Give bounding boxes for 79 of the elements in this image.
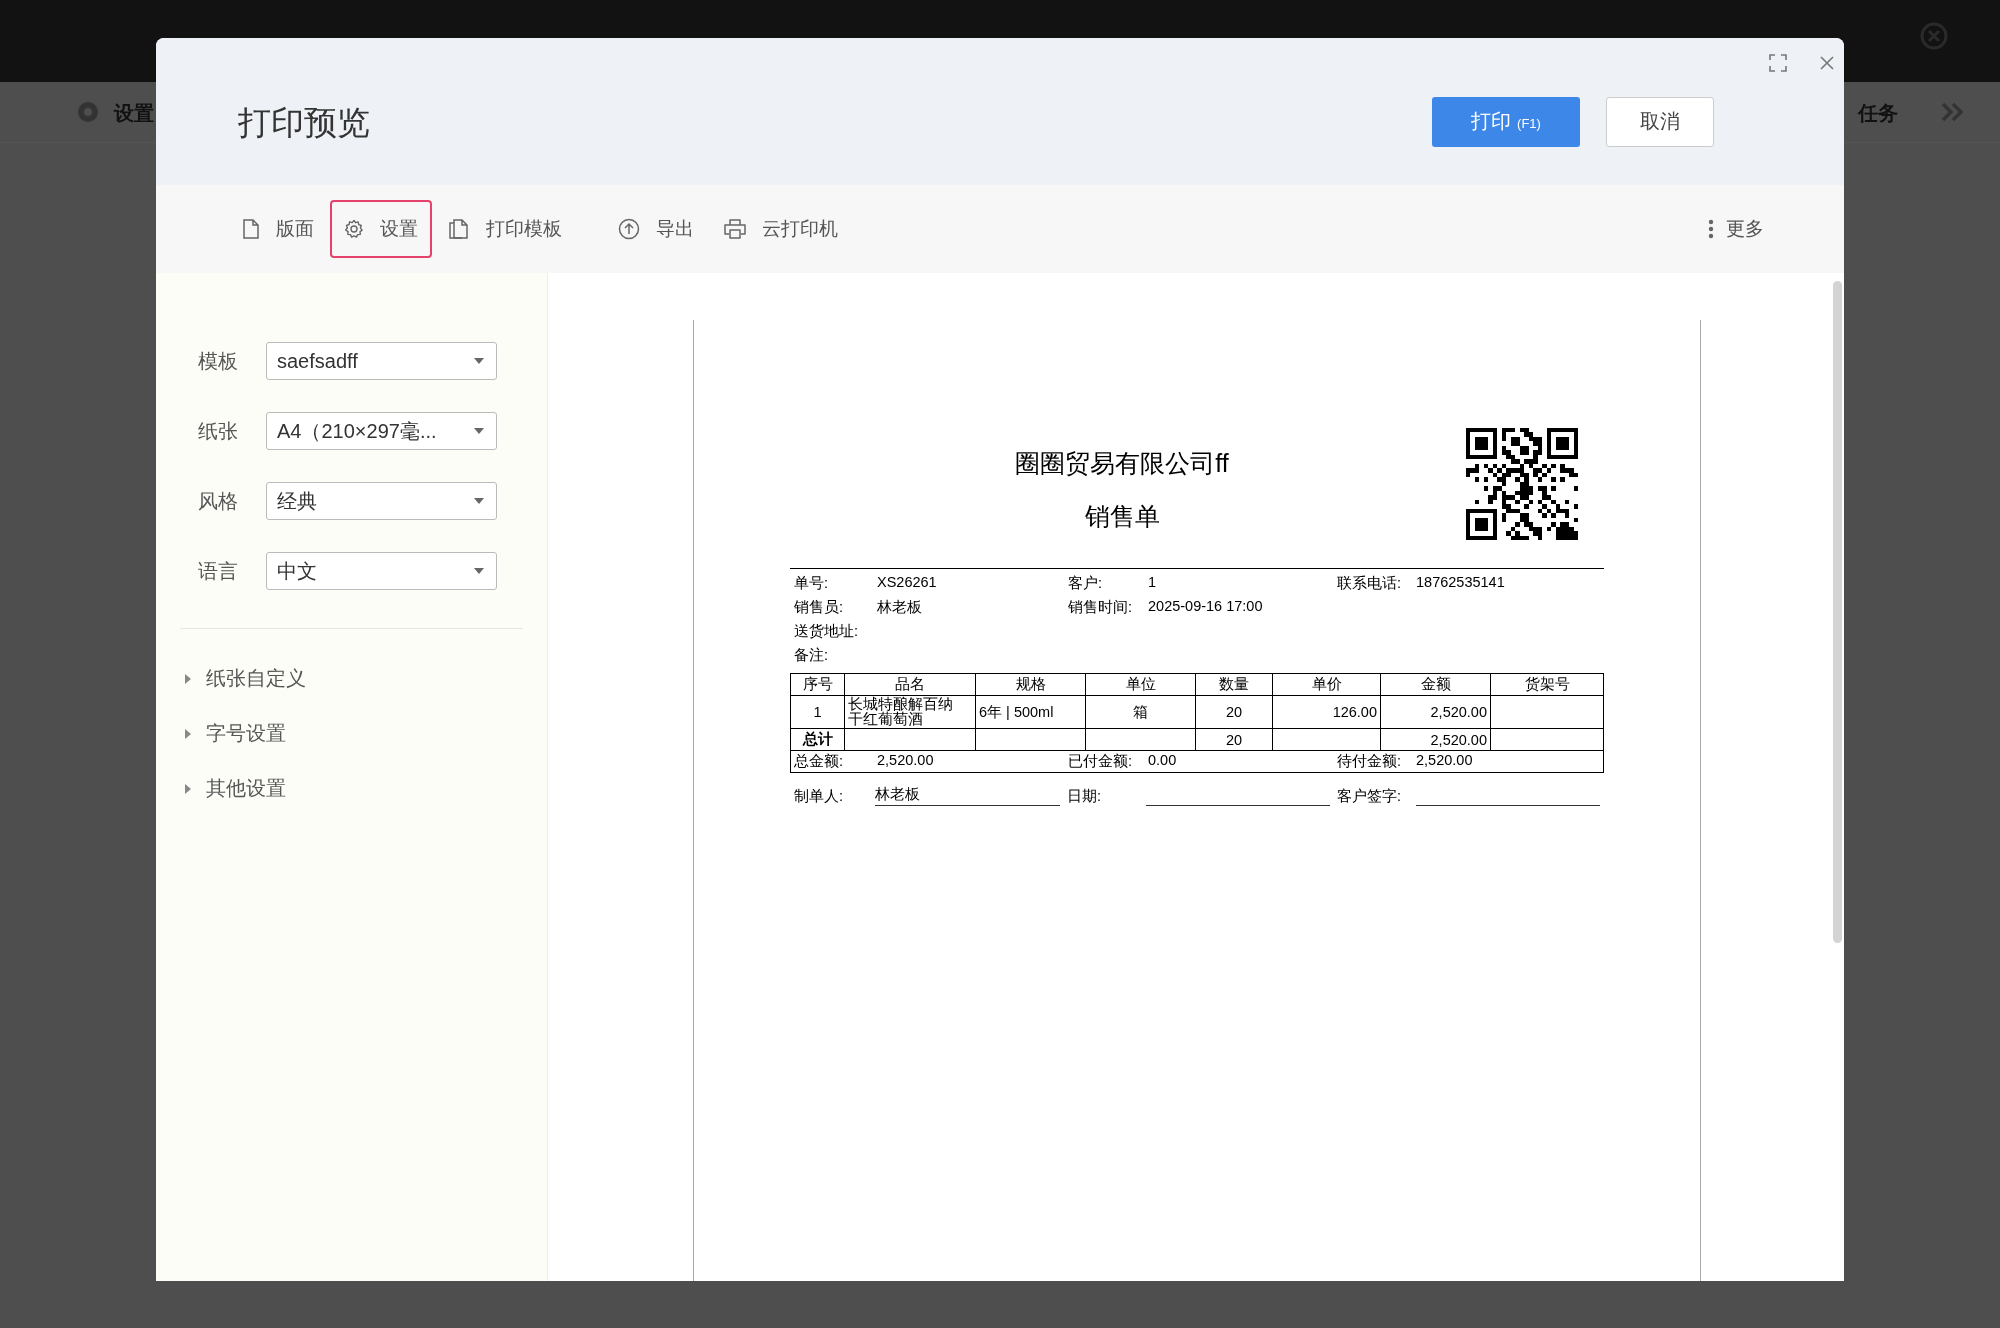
column-header: 单价 <box>1272 673 1381 696</box>
signature-line: 林老板 <box>875 785 1060 807</box>
field-label: 模板 <box>198 348 238 374</box>
table-cell: 箱 <box>1085 695 1196 729</box>
table-cell: 6年 | 500ml <box>975 695 1086 729</box>
caret-icon <box>474 358 484 364</box>
summary-value: 0.00 <box>1148 752 1178 771</box>
dropdown[interactable]: saefsadff <box>266 342 497 380</box>
info-label: 销售员: <box>794 598 845 617</box>
signature-label: 制单人: <box>794 787 845 807</box>
info-value: 林老板 <box>877 598 923 617</box>
column-header: 序号 <box>790 673 845 696</box>
summary-value: 2,520.00 <box>877 752 935 771</box>
settings-icon <box>344 219 364 239</box>
collapsible-section[interactable]: 其他设置 <box>180 761 523 816</box>
scrollbar[interactable] <box>1833 281 1842 943</box>
caret-icon <box>184 728 192 739</box>
dropdown[interactable]: 中文 <box>266 552 497 590</box>
toolbar-button[interactable]: 导出 <box>604 200 708 258</box>
summary-value: 2,520.00 <box>1416 752 1474 771</box>
collapsible-section[interactable]: 字号设置 <box>180 706 523 761</box>
column-header: 规格 <box>975 673 1086 696</box>
table-cell: 20 <box>1195 728 1273 751</box>
print-button[interactable]: 打印 (F1) <box>1432 96 1580 147</box>
table-cell: 2,520.00 <box>1380 695 1491 729</box>
field-label: 纸张 <box>198 418 238 444</box>
toolbar-button[interactable]: 版面 <box>228 200 328 258</box>
info-label: 联系电话: <box>1337 574 1403 593</box>
signature-label: 日期: <box>1066 787 1103 807</box>
table-cell: 1 <box>790 695 845 729</box>
document-title: 销售单 <box>1083 501 1161 532</box>
more-icon <box>1708 219 1714 239</box>
info-label: 销售时间: <box>1068 598 1134 617</box>
copy-icon <box>448 219 470 239</box>
collapsible-section[interactable]: 纸张自定义 <box>180 651 523 706</box>
info-value: 2025-09-16 17:00 <box>1148 598 1264 616</box>
toolbar-button[interactable]: 设置 <box>330 200 432 258</box>
table-cell: 2,520.00 <box>1380 728 1491 751</box>
close-icon[interactable] <box>1820 56 1834 70</box>
column-header: 品名 <box>844 673 976 696</box>
cancel-button[interactable]: 取消 <box>1606 96 1714 147</box>
company-name: 圈圈贸易有限公司ff <box>1014 448 1230 479</box>
caret-icon <box>474 428 484 434</box>
more-button[interactable]: 更多 <box>1694 200 1778 258</box>
caret-icon <box>474 568 484 574</box>
column-header: 金额 <box>1380 673 1491 696</box>
caret-icon <box>184 783 192 794</box>
info-value: XS26261 <box>877 574 938 592</box>
upload-icon <box>618 218 640 240</box>
table-cell: 总计 <box>790 728 845 751</box>
column-header: 数量 <box>1195 673 1273 696</box>
toolbar-button[interactable]: 云打印机 <box>710 200 852 258</box>
column-header: 单位 <box>1085 673 1196 696</box>
printer-icon <box>724 219 746 239</box>
signature-label: 客户签字: <box>1336 787 1403 807</box>
summary-label: 已付金额: <box>1068 752 1134 772</box>
document-icon <box>242 219 260 239</box>
info-value: 1 <box>1148 574 1158 592</box>
field-label: 风格 <box>198 488 238 514</box>
info-label: 客户: <box>1068 574 1104 593</box>
summary-label: 总金额: <box>794 752 845 772</box>
table-cell: 126.00 <box>1272 695 1381 729</box>
info-label: 送货地址: <box>794 622 860 641</box>
dropdown[interactable]: A4（210×297毫... <box>266 412 497 450</box>
info-label: 单号: <box>794 574 830 593</box>
caret-icon <box>184 673 192 684</box>
caret-icon <box>474 498 484 504</box>
info-value: 18762535141 <box>1416 574 1506 592</box>
table-cell: 20 <box>1195 695 1273 729</box>
column-header: 货架号 <box>1490 673 1604 696</box>
double-chevron-icon[interactable] <box>1940 101 1966 123</box>
field-label: 语言 <box>198 558 238 584</box>
fullscreen-icon[interactable] <box>1769 54 1787 72</box>
summary-label: 待付金额: <box>1337 752 1403 772</box>
info-label: 备注: <box>794 646 830 665</box>
dialog-title: 打印预览 <box>238 103 370 143</box>
toolbar-button[interactable]: 打印模板 <box>434 200 576 258</box>
table-cell: 长城特酿解百纳干红葡萄酒 <box>844 695 976 729</box>
dropdown[interactable]: 经典 <box>266 482 497 520</box>
